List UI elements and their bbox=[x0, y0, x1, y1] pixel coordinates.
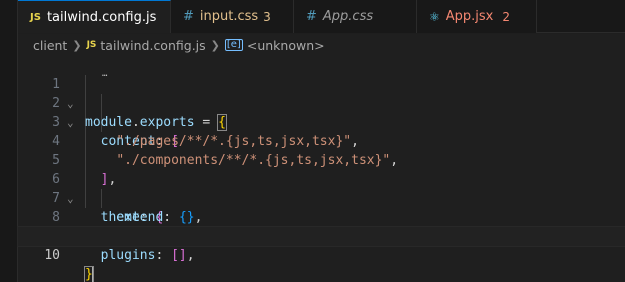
javascript-file-icon: JS bbox=[30, 11, 41, 23]
problem-count-badge: 3 bbox=[263, 9, 271, 24]
code-editor[interactable]: … 1 ⌄ module.exports = { 2 ⌄ content: [ … bbox=[17, 56, 625, 282]
text-cursor bbox=[91, 266, 94, 282]
code-line[interactable]: 2 ⌄ content: [ bbox=[18, 75, 625, 149]
code-line[interactable]: 8 }, bbox=[18, 189, 625, 244]
code-line[interactable]: 1 ⌄ module.exports = { bbox=[18, 56, 625, 131]
tab-input-css[interactable]: # input.css 3 bbox=[171, 0, 294, 33]
javascript-file-icon: JS bbox=[86, 40, 97, 50]
activity-bar bbox=[0, 0, 18, 282]
css-file-icon: # bbox=[306, 9, 317, 24]
code-line[interactable]: 3 "./pages/**/*.{js,ts,jsx,tsx}", bbox=[18, 94, 625, 149]
code-line[interactable]: 5 ], bbox=[18, 132, 625, 187]
variable-symbol-icon: [e] bbox=[224, 39, 243, 51]
line-number: 10 bbox=[44, 248, 60, 263]
breadcrumb-file[interactable]: tailwind.config.js bbox=[100, 38, 205, 53]
react-file-icon: ⚛ bbox=[429, 9, 440, 24]
breadcrumb-symbol[interactable]: <unknown> bbox=[247, 38, 325, 53]
code-line[interactable]: 7 extend: {}, bbox=[18, 170, 625, 225]
tab-bar: JS tailwind.config.js # input.css 3 # Ap… bbox=[18, 0, 625, 33]
tab-label: tailwind.config.js bbox=[46, 9, 157, 25]
tab-app-css[interactable]: # App.css bbox=[294, 0, 417, 33]
chevron-right-icon: ❯ bbox=[72, 38, 82, 52]
breadcrumb: client ❯ JS tailwind.config.js ❯ [e] <un… bbox=[18, 34, 625, 56]
code-line[interactable]: 6 ⌄ theme: { bbox=[18, 151, 625, 225]
problem-count-badge: 2 bbox=[502, 9, 511, 24]
tab-label: App.jsx bbox=[445, 9, 494, 24]
tab-tailwind-config[interactable]: JS tailwind.config.js bbox=[18, 0, 171, 33]
tab-label: App.css bbox=[322, 9, 374, 24]
css-file-icon: # bbox=[183, 9, 194, 24]
code-text: plugins: [], bbox=[100, 248, 195, 263]
chevron-right-icon: ❯ bbox=[210, 38, 220, 52]
tab-label: input.css bbox=[199, 9, 259, 24]
tab-app-jsx[interactable]: ⚛ App.jsx 2 bbox=[417, 0, 537, 33]
code-line[interactable]: 4 "./components/**/*.{js,ts,jsx,tsx}", bbox=[18, 113, 625, 168]
code-text: } bbox=[84, 266, 94, 282]
code-line-current[interactable]: 10 } bbox=[17, 226, 625, 282]
breadcrumb-folder[interactable]: client bbox=[33, 38, 67, 53]
code-line[interactable]: 9 plugins: [], bbox=[18, 208, 625, 263]
